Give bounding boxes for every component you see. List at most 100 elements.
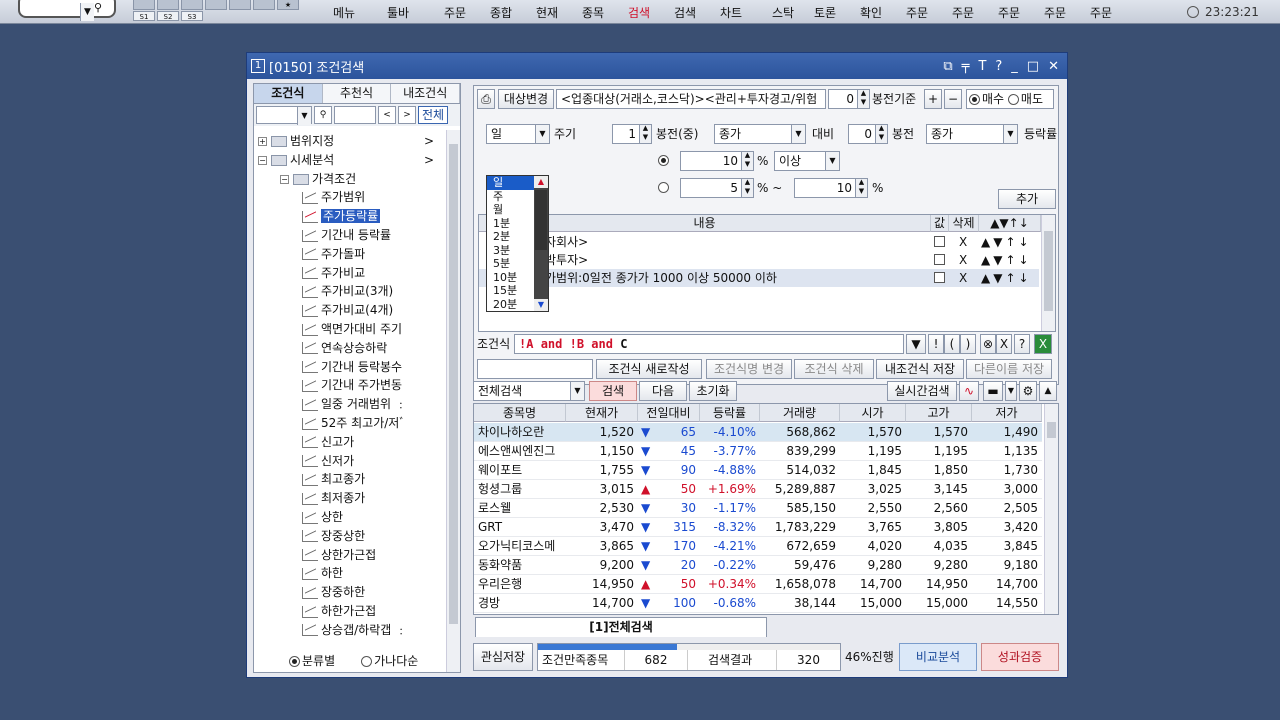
rate-operator-select[interactable]: 이상 ▼ (774, 151, 840, 171)
toolbar-icon[interactable] (181, 0, 203, 10)
tree-item[interactable]: 일중 거래범위 ﹕ (302, 395, 407, 414)
delete-condition-button[interactable]: 조건식 삭제 (794, 359, 874, 379)
table-row[interactable]: 경방 14,700 ▼ 100 -0.68% 38,144 15,000 15,000 14,5… (474, 594, 1042, 613)
chevron-down-icon[interactable]: ▼ (80, 3, 94, 21)
toolbar-icon[interactable] (157, 0, 179, 10)
search-icon[interactable]: ⚲ (314, 106, 332, 124)
tree-item[interactable]: 주가돌파 (302, 245, 365, 264)
gear-icon[interactable]: ⚙ (1019, 381, 1037, 401)
chevron-down-icon[interactable]: ▼ (1003, 125, 1017, 143)
tree-scrollbar[interactable] (446, 130, 460, 672)
toolbar-button[interactable]: 차트 (711, 3, 751, 23)
spinner[interactable]: ▲ ▼ (857, 90, 869, 108)
table-row[interactable]: 우리은행 14,950 ▲ 50 +0.34% 1,658,078 14,700 14,950… (474, 575, 1042, 594)
condition-row[interactable]: 자회사> X ▲▼↑↓ (479, 233, 1039, 251)
toolbar-button[interactable]: 주문 (435, 3, 475, 23)
table-row[interactable]: 오가닉티코스메 3,865 ▼ 170 -4.21% 672,659 4,020 4,035 3… (474, 537, 1042, 556)
toolbar-icon[interactable] (253, 0, 275, 10)
tree-item[interactable]: 주가등락률 (302, 207, 381, 226)
radio-sell[interactable] (1007, 94, 1019, 105)
tree-folder[interactable]: − 가격조건 (280, 170, 356, 189)
results-scrollbar[interactable] (1044, 404, 1058, 614)
tree-item[interactable]: 하한 (302, 564, 343, 583)
bong2-input[interactable]: 0 ▲ ▼ (848, 124, 888, 144)
dropdown-scrollbar[interactable]: ▲ ▼ (534, 176, 548, 311)
tree-item[interactable]: 주가범위 (302, 188, 365, 207)
table-row[interactable]: 동화약품 9,200 ▼ 20 -0.22% 59,476 9,280 9,280 9,180 (474, 556, 1042, 575)
value-checkbox[interactable] (934, 254, 945, 265)
column-header[interactable]: 고가 (906, 404, 972, 422)
tree-item[interactable]: 연속상승하락 (302, 339, 387, 358)
table-row[interactable]: 웨이포트 1,755 ▼ 90 -4.88% 514,032 1,845 1,850 1,730 (474, 461, 1042, 480)
tab-my-conditions[interactable]: 내조건식 (391, 84, 461, 103)
range-to-input[interactable]: 10 ▲ ▼ (794, 178, 868, 198)
minus-button[interactable]: − (944, 89, 962, 109)
radio-by-category[interactable]: 분류별 (289, 652, 335, 669)
condition-row[interactable]: 가범위:0일전 종가가 1000 이상 50000 이하 X ▲▼↑↓ (479, 269, 1039, 287)
toolbar-button[interactable]: 주문 (943, 3, 983, 23)
tree-item[interactable]: 하한가근접 (302, 602, 376, 621)
radio-alphabetical[interactable]: 가나다순 (361, 652, 418, 669)
screen-tab-s1[interactable]: S1 (133, 11, 155, 21)
screen-tab-s3[interactable]: S3 (181, 11, 203, 21)
toolbar-icon[interactable] (229, 0, 251, 10)
column-header[interactable]: 종목명 (474, 404, 566, 422)
candle-offset-input[interactable]: 0 ▲ ▼ (828, 89, 870, 109)
help-icon[interactable]: ? (995, 59, 1002, 74)
chevron-down-icon[interactable]: ▼ (570, 382, 584, 400)
toolbar-button[interactable]: 검색 (619, 3, 659, 23)
price1-select[interactable]: 종가 ▼ (714, 124, 806, 144)
radio-icon[interactable] (289, 655, 300, 667)
tree-item[interactable]: 기간내 등락봉수 (302, 358, 402, 377)
pin-icon[interactable]: ╤ (962, 59, 970, 74)
radio-single-range[interactable] (658, 155, 669, 166)
scroll-up-icon[interactable]: ▲ (534, 176, 548, 188)
save-as-button[interactable]: 다른이름 저장 (966, 359, 1052, 379)
toolbar-button[interactable]: 종목 (573, 3, 613, 23)
column-header[interactable]: 거래량 (760, 404, 840, 422)
tree-item[interactable]: 신고가 (302, 433, 354, 452)
scroll-down-icon[interactable]: ▼ (534, 299, 548, 311)
excel-icon[interactable]: X (1034, 334, 1052, 354)
tree-item[interactable]: 상한 (302, 508, 343, 527)
spinner[interactable]: ▲ ▼ (741, 152, 753, 170)
delete-icon[interactable]: X (959, 251, 967, 269)
radio-between-range[interactable] (658, 182, 669, 193)
tree-filter-select[interactable]: ▼ (256, 106, 312, 125)
tree-folder[interactable]: + 범위지정 > (258, 132, 434, 151)
tree-item[interactable]: 주가비교(3개) (302, 282, 393, 301)
prev-icon[interactable]: < (378, 106, 396, 124)
tree-item[interactable]: 주가비교(4개) (302, 301, 393, 320)
open-paren-button[interactable]: ( (944, 334, 960, 354)
chevron-down-icon[interactable]: ▼ (535, 125, 549, 143)
toolbar-button[interactable]: 주문 (1035, 3, 1075, 23)
table-row[interactable]: 로스웰 2,530 ▼ 30 -1.17% 585,150 2,550 2,560 2,505 (474, 499, 1042, 518)
period-option[interactable]: 일 (487, 176, 534, 190)
toolbar-button[interactable]: 주문 (989, 3, 1029, 23)
scroll-thumb[interactable] (1044, 231, 1053, 311)
value-checkbox[interactable] (934, 236, 945, 247)
chevron-down-icon[interactable]: ▼ (1005, 381, 1017, 401)
tree-item[interactable]: 52주 최고가/저ﾞ (302, 414, 405, 433)
toolbar-icon[interactable] (205, 0, 227, 10)
table-row[interactable]: 차이나하오란 1,520 ▼ 65 -4.10% 568,862 1,570 1,570 1,4… (474, 423, 1042, 442)
tree-search-input[interactable] (334, 106, 376, 124)
new-condition-button[interactable]: 조건식 새로작성 (596, 359, 702, 379)
radio-icon[interactable] (361, 655, 373, 667)
toolbar-button[interactable]: 툴바 (378, 3, 418, 23)
chevron-right-icon[interactable]: > (424, 151, 434, 170)
next-icon[interactable]: > (398, 106, 416, 124)
tab-all-results[interactable]: [1]전체검색 (475, 617, 767, 637)
formula-input[interactable]: !A and !B and C (514, 334, 904, 354)
plus-button[interactable]: + (924, 89, 942, 109)
spinner[interactable]: ▲ ▼ (741, 179, 753, 197)
add-condition-button[interactable]: 추가 (998, 189, 1056, 209)
value-checkbox[interactable] (934, 272, 945, 283)
search-button[interactable]: 검색 (589, 381, 637, 401)
tree-item[interactable]: 장중하한 (302, 583, 365, 602)
next-button[interactable]: 다음 (639, 381, 687, 401)
list-icon[interactable]: ▬ (983, 381, 1003, 401)
tree-item[interactable]: 상승갭/하락갭 ﹕ (302, 621, 407, 640)
spinner[interactable]: ▲ ▼ (875, 125, 887, 143)
chevron-down-icon[interactable]: ▼ (825, 152, 839, 170)
